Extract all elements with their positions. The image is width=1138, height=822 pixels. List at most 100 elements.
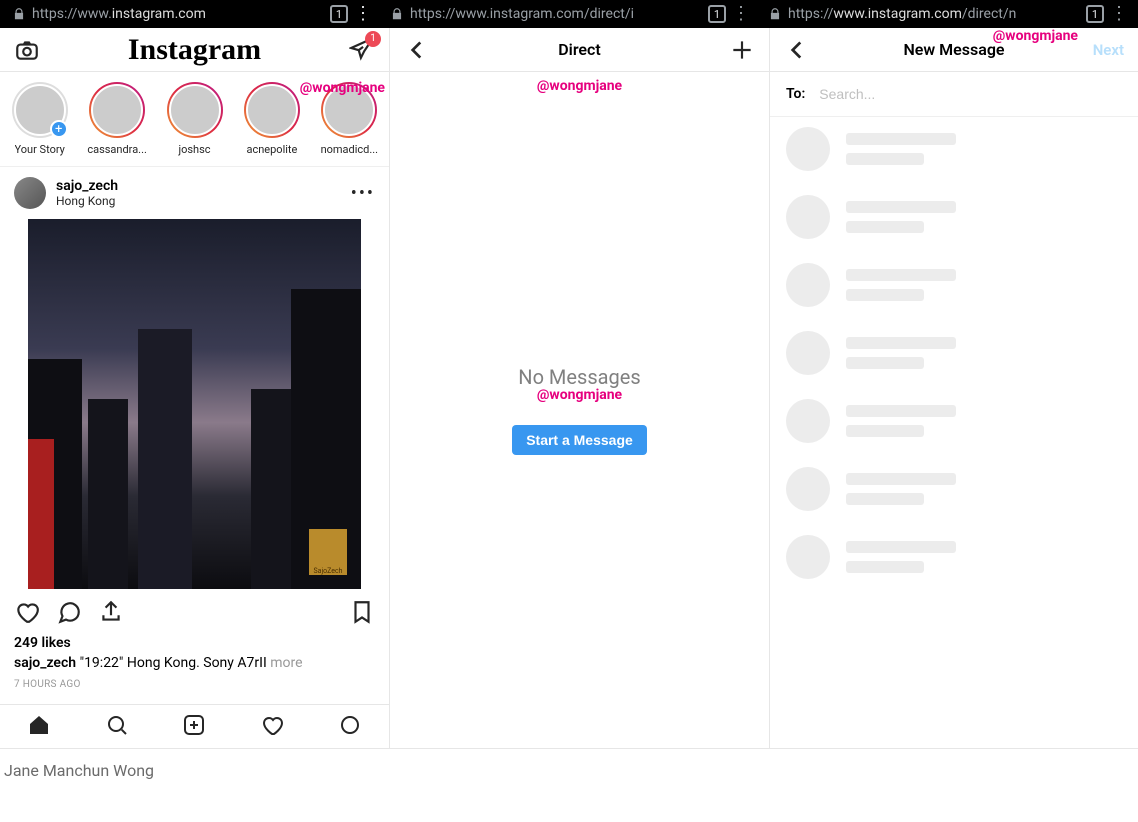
story-item[interactable]: + Your Story <box>8 82 71 156</box>
post-caption: sajo_zech "19:22" Hong Kong. Sony A7rII … <box>0 651 389 675</box>
suggestion-skeleton[interactable] <box>786 535 1122 579</box>
suggestions-list <box>770 117 1138 589</box>
camera-icon[interactable] <box>14 37 40 63</box>
skeleton-avatar <box>786 467 830 511</box>
tab-count-badge[interactable]: 1 <box>708 5 726 23</box>
home-icon[interactable] <box>27 713 51 741</box>
post-likes[interactable]: 249 likes <box>0 635 389 651</box>
lock-icon <box>390 7 404 21</box>
caption-more[interactable]: more <box>270 655 302 671</box>
caption-username[interactable]: sajo_zech <box>14 655 76 671</box>
skeleton-text <box>846 541 956 573</box>
watermark: @wongmjane <box>537 387 622 403</box>
browser-tab-bar: https://www.instagram.com 1 ⋮ https://ww… <box>0 0 1138 28</box>
browser-url: https://www.instagram.com/direct/i <box>410 6 702 22</box>
stories-tray[interactable]: + Your Story cassandra... joshsc acnepol… <box>0 72 389 167</box>
story-item[interactable]: cassandra... <box>85 82 148 156</box>
tab-menu-icon[interactable]: ⋮ <box>354 5 370 23</box>
dm-badge: 1 <box>365 31 381 47</box>
story-label: acnepolite <box>246 143 297 156</box>
next-button[interactable]: Next <box>1093 41 1124 59</box>
post-timestamp: 7 HOURS AGO <box>0 675 389 694</box>
profile-nav-icon[interactable] <box>338 713 362 741</box>
direct-message-button[interactable]: 1 <box>349 35 375 65</box>
skeleton-text <box>846 133 956 165</box>
instagram-logo[interactable]: Instagram <box>128 33 261 67</box>
feed-panel: @wongmjane Instagram 1 + Your Story cass… <box>0 28 390 748</box>
caption-text: "19:22" Hong Kong. Sony A7rII <box>80 655 267 671</box>
story-avatar <box>91 84 143 136</box>
story-item[interactable]: nomadicd... <box>318 82 381 156</box>
back-icon[interactable] <box>784 37 810 63</box>
story-avatar <box>169 84 221 136</box>
comment-icon[interactable] <box>56 599 82 629</box>
browser-tab[interactable]: https://www.instagram.com 1 ⋮ <box>4 5 378 23</box>
tab-menu-icon[interactable]: ⋮ <box>732 5 748 23</box>
recipient-search-input[interactable] <box>819 86 1122 102</box>
browser-tab[interactable]: https://www.instagram.com/direct/n 1 ⋮ <box>760 5 1134 23</box>
skeleton-avatar <box>786 263 830 307</box>
post-author-avatar[interactable] <box>14 177 46 209</box>
story-label: Your Story <box>15 143 65 156</box>
post-actions <box>0 589 389 635</box>
skeleton-text <box>846 405 956 437</box>
browser-url: https://www.instagram.com <box>32 6 324 22</box>
new-message-title: New Message <box>770 40 1138 59</box>
like-icon[interactable] <box>14 599 40 629</box>
bottom-nav <box>0 704 389 748</box>
story-ring <box>89 82 145 138</box>
add-post-icon[interactable] <box>182 713 206 741</box>
direct-panel: @wongmjane Direct No Messages @wongmjane… <box>390 28 770 748</box>
story-avatar <box>323 84 375 136</box>
search-nav-icon[interactable] <box>105 713 129 741</box>
feed-topbar: Instagram 1 <box>0 28 389 72</box>
add-story-badge: + <box>50 120 68 138</box>
post-header[interactable]: sajo_zech Hong Kong ••• <box>0 167 389 219</box>
story-ring <box>321 82 377 138</box>
image-watermark: SajoZech <box>309 529 347 575</box>
story-label: joshsc <box>178 143 210 156</box>
suggestion-skeleton[interactable] <box>786 399 1122 443</box>
direct-topbar: Direct <box>390 28 769 72</box>
compose-icon[interactable] <box>729 37 755 63</box>
recipient-row: To: <box>770 72 1138 117</box>
skeleton-avatar <box>786 399 830 443</box>
story-item[interactable]: joshsc <box>163 82 226 156</box>
direct-body: No Messages @wongmjane Start a Message <box>390 72 769 748</box>
story-label: cassandra... <box>87 143 147 156</box>
suggestion-skeleton[interactable] <box>786 127 1122 171</box>
skeleton-avatar <box>786 127 830 171</box>
new-message-topbar: New Message Next <box>770 28 1138 72</box>
story-ring <box>244 82 300 138</box>
suggestion-skeleton[interactable] <box>786 467 1122 511</box>
suggestion-skeleton[interactable] <box>786 195 1122 239</box>
browser-url: https://www.instagram.com/direct/n <box>788 6 1080 22</box>
story-ring: + <box>12 82 68 138</box>
story-ring <box>167 82 223 138</box>
start-message-button[interactable]: Start a Message <box>512 425 647 455</box>
story-item[interactable]: acnepolite <box>240 82 303 156</box>
browser-tab[interactable]: https://www.instagram.com/direct/i 1 ⋮ <box>382 5 756 23</box>
skeleton-text <box>846 473 956 505</box>
suggestion-skeleton[interactable] <box>786 331 1122 375</box>
to-label: To: <box>786 86 805 102</box>
suggestion-skeleton[interactable] <box>786 263 1122 307</box>
share-icon[interactable] <box>98 599 124 629</box>
no-messages-title: No Messages <box>518 365 640 389</box>
lock-icon <box>12 7 26 21</box>
skeleton-text <box>846 269 956 301</box>
lock-icon <box>768 7 782 21</box>
post-more-icon[interactable]: ••• <box>351 183 375 204</box>
post-author-username[interactable]: sajo_zech <box>56 178 341 194</box>
bookmark-icon[interactable] <box>349 599 375 629</box>
skeleton-avatar <box>786 331 830 375</box>
tab-menu-icon[interactable]: ⋮ <box>1110 5 1126 23</box>
feed-post: sajo_zech Hong Kong ••• SajoZech <box>0 167 389 694</box>
tab-count-badge[interactable]: 1 <box>1086 5 1104 23</box>
back-icon[interactable] <box>404 37 430 63</box>
post-location[interactable]: Hong Kong <box>56 194 341 208</box>
skeleton-text <box>846 201 956 233</box>
post-image[interactable]: SajoZech <box>28 219 361 589</box>
tab-count-badge[interactable]: 1 <box>330 5 348 23</box>
activity-icon[interactable] <box>260 713 284 741</box>
